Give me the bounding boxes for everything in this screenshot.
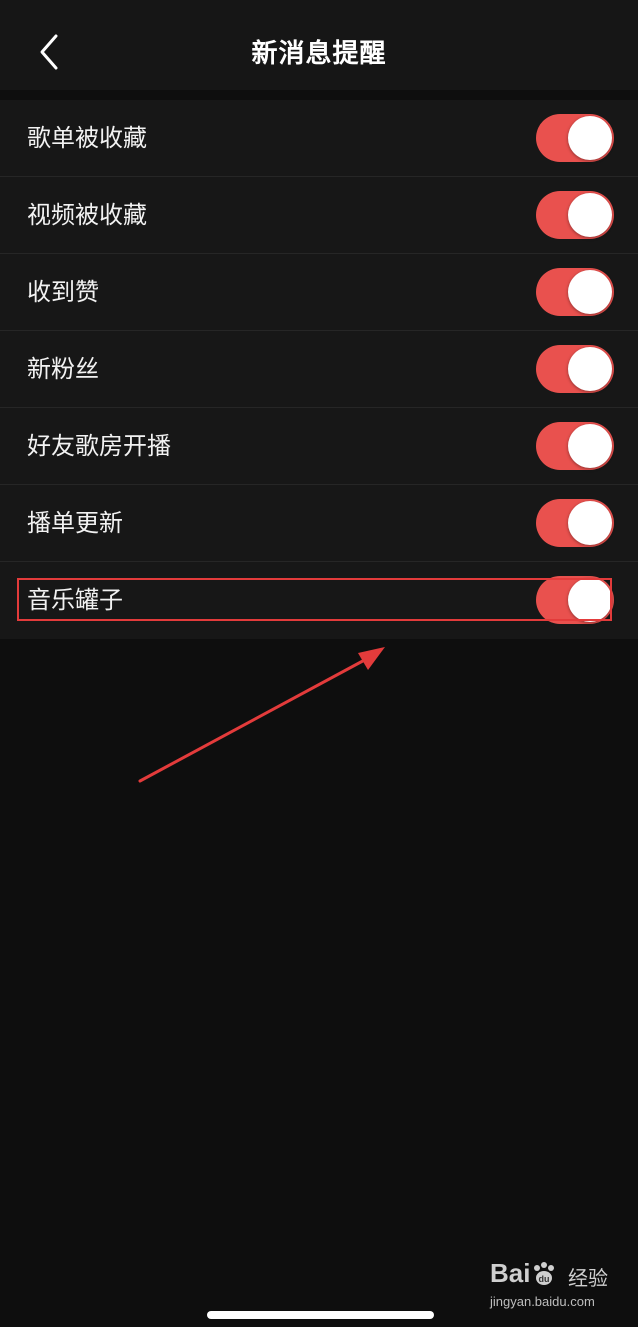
toggle-switch[interactable] xyxy=(536,345,614,393)
watermark-cn: 经验 xyxy=(568,1266,608,1290)
setting-row-playlist-updates: 播单更新 xyxy=(0,485,638,562)
setting-row-friend-room-live: 好友歌房开播 xyxy=(0,408,638,485)
toggle-knob xyxy=(568,116,612,160)
nav-bar: 新消息提醒 xyxy=(0,0,638,90)
toggle-knob xyxy=(568,501,612,545)
settings-list: 歌单被收藏 视频被收藏 收到赞 新粉丝 好友歌房开播 播单更新 音乐罐子 xyxy=(0,100,638,639)
setting-row-music-jar: 音乐罐子 xyxy=(0,562,638,639)
toggle-knob xyxy=(568,193,612,237)
setting-label: 收到赞 xyxy=(27,278,99,306)
setting-label: 歌单被收藏 xyxy=(27,124,147,152)
setting-label: 播单更新 xyxy=(27,509,123,537)
watermark-url: jingyan.baidu.com xyxy=(490,1294,595,1309)
toggle-switch[interactable] xyxy=(536,576,614,624)
setting-label: 好友歌房开播 xyxy=(27,432,171,460)
setting-label: 音乐罐子 xyxy=(27,586,123,614)
toggle-switch[interactable] xyxy=(536,499,614,547)
setting-row-video-favorited: 视频被收藏 xyxy=(0,177,638,254)
toggle-knob xyxy=(568,347,612,391)
toggle-knob xyxy=(568,270,612,314)
baidu-jingyan-watermark: Bai du 经验 jingyan.baidu.com xyxy=(490,1258,610,1318)
watermark-brand: Bai xyxy=(490,1258,530,1289)
toggle-knob xyxy=(568,424,612,468)
setting-row-new-followers: 新粉丝 xyxy=(0,331,638,408)
setting-label: 视频被收藏 xyxy=(27,201,147,229)
toggle-knob xyxy=(568,578,612,622)
toggle-switch[interactable] xyxy=(536,268,614,316)
home-indicator[interactable] xyxy=(207,1311,434,1319)
watermark-brand-part1: Bai xyxy=(490,1258,531,1288)
page-title: 新消息提醒 xyxy=(251,39,387,69)
setting-row-likes: 收到赞 xyxy=(0,254,638,331)
toggle-switch[interactable] xyxy=(536,191,614,239)
watermark-brand-part2: du xyxy=(539,1274,550,1284)
toggle-switch[interactable] xyxy=(536,114,614,162)
paw-icon: du xyxy=(534,1262,554,1285)
toggle-switch[interactable] xyxy=(536,422,614,470)
setting-label: 新粉丝 xyxy=(27,355,99,383)
setting-row-playlist-favorited: 歌单被收藏 xyxy=(0,100,638,177)
